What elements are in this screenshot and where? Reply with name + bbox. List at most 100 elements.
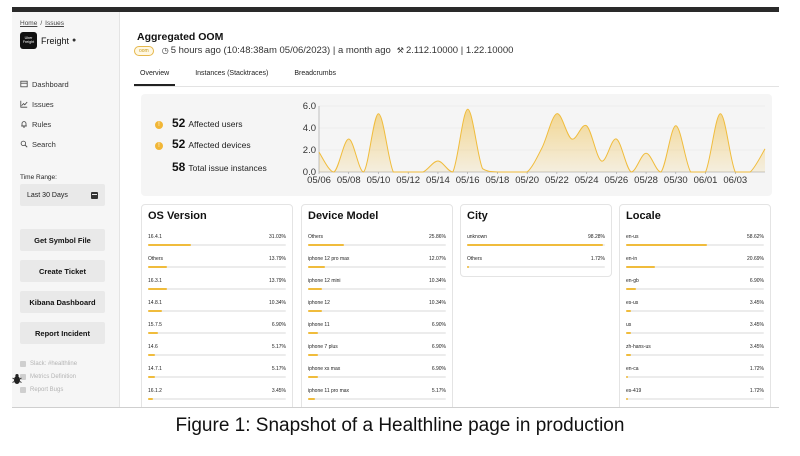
y-tick-label: 2.0: [303, 145, 316, 156]
sidebar-item-rules[interactable]: Rules: [20, 114, 69, 134]
row-percentage: 10.34%: [429, 300, 446, 306]
breakdown-card: City unknown 98.28% Others 1.72%: [460, 204, 612, 277]
breadcrumb-issues[interactable]: Issues: [45, 20, 64, 27]
row-bar-track: [148, 354, 286, 356]
row-bar-fill: [308, 398, 316, 400]
x-tick-label: 05/10: [367, 175, 391, 186]
row-label: iphone 12 pro max: [308, 256, 350, 262]
row-bar-track: [148, 288, 286, 290]
x-tick-label: 06/03: [723, 175, 747, 186]
total-instances-stat: 58 Total issue instances: [155, 160, 267, 174]
row-bar-fill: [148, 266, 168, 268]
app-name: Freight: [41, 35, 70, 46]
issue-meta: oom ◷ 5 hours ago (10:48:38am 05/06/2023…: [134, 45, 513, 56]
breadcrumb-separator: /: [40, 20, 43, 27]
bug-icon[interactable]: [12, 373, 22, 385]
summary-panel: ! 52 Affected users ! 52 Affected device…: [141, 94, 772, 196]
x-tick-label: 05/16: [456, 175, 480, 186]
report-bugs-link[interactable]: Report Bugs: [20, 383, 77, 396]
row-bar-track: [626, 332, 764, 334]
x-tick-label: 05/28: [634, 175, 658, 186]
row-bar-track: [308, 310, 446, 312]
create-ticket-button[interactable]: Create Ticket: [20, 260, 105, 282]
row-percentage: 1.72%: [749, 388, 764, 394]
row-bar-track: [308, 266, 446, 268]
breakdown-row: unknown 98.28%: [467, 232, 605, 254]
sidebar: Home / Issues Uber Freight Freight ● Dashb…: [12, 12, 120, 408]
row-label: 14.7.1: [148, 366, 162, 372]
breakdown-row: iphone 11 pro max 5.17%: [308, 386, 446, 408]
row-label: iphone 12 mini: [308, 278, 341, 284]
main-content: Aggregated OOM oom ◷ 5 hours ago (10:48:…: [120, 12, 779, 408]
row-bar-fill: [148, 354, 156, 356]
row-label: Others: [148, 256, 164, 262]
slack-link[interactable]: Slack: #healthline: [20, 357, 77, 370]
sidebar-item-issues[interactable]: Issues: [20, 94, 69, 114]
row-percentage: 13.79%: [269, 256, 286, 262]
breakdown-card: Device Model Others 25.86% iphone 12 pro ma…: [301, 204, 453, 408]
row-percentage: 5.17%: [271, 366, 286, 372]
row-bar-fill: [467, 244, 603, 246]
row-label: iphone xs max: [308, 366, 341, 372]
row-label: en-ca: [626, 366, 639, 372]
row-bar-fill: [626, 332, 631, 334]
kibana-dashboard-button[interactable]: Kibana Dashboard: [20, 291, 105, 313]
row-bar-track: [626, 354, 764, 356]
breakdown-row: en-in 20.69%: [626, 254, 764, 276]
page-title: Aggregated OOM: [137, 31, 224, 43]
row-label: en-in: [626, 256, 638, 262]
row-bar-fill: [148, 244, 191, 246]
row-bar-track: [148, 332, 286, 334]
tab-breadcrumbs[interactable]: Breadcrumbs: [288, 68, 342, 86]
row-percentage: 1.72%: [749, 366, 764, 372]
row-percentage: 6.90%: [749, 278, 764, 284]
row-percentage: 3.45%: [749, 344, 764, 350]
row-percentage: 13.79%: [269, 278, 286, 284]
calendar-icon: [91, 191, 98, 199]
row-bar-fill: [148, 332, 158, 334]
row-label: es-419: [626, 388, 642, 394]
breakdown-row: iphone 12 mini 10.34%: [308, 276, 446, 298]
row-bar-track: [467, 244, 605, 246]
tab-bar: Overview Instances (Stacktraces) Breadcr…: [134, 68, 356, 87]
breakdown-row: es-us 3.45%: [626, 298, 764, 320]
chart-icon: [20, 100, 28, 108]
row-bar-track: [308, 288, 446, 290]
get-symbol-file-button[interactable]: Get Symbol File: [20, 229, 105, 251]
info-icon: !: [155, 121, 163, 129]
breakdown-row: 16.4.1 31.03%: [148, 232, 286, 254]
breakdown-row: en-ca 1.72%: [626, 364, 764, 386]
breakdown-row: 16.1.2 3.45%: [148, 386, 286, 408]
row-bar-fill: [148, 288, 168, 290]
hammer-icon: ⚒: [396, 46, 404, 55]
x-tick-label: 05/08: [337, 175, 361, 186]
row-percentage: 6.90%: [271, 322, 286, 328]
stat-value: 52: [172, 137, 186, 151]
report-incident-button[interactable]: Report Incident: [20, 322, 105, 344]
row-label: Others: [308, 234, 324, 240]
tab-instances[interactable]: Instances (Stacktraces): [189, 68, 274, 86]
row-percentage: 10.34%: [429, 278, 446, 284]
row-percentage: 10.34%: [269, 300, 286, 306]
stat-value: 58: [172, 160, 186, 174]
breakdown-row: iphone 11 6.90%: [308, 320, 446, 342]
bell-icon: [21, 121, 27, 128]
sidebar-item-search[interactable]: Search: [20, 134, 69, 154]
breakdown-row: 14.7.1 5.17%: [148, 364, 286, 386]
row-percentage: 1.72%: [590, 256, 605, 262]
y-tick-label: 6.0: [303, 101, 316, 112]
sidebar-item-dashboard[interactable]: Dashboard: [20, 74, 69, 94]
row-bar-fill: [308, 332, 318, 334]
tab-overview[interactable]: Overview: [134, 68, 176, 86]
row-bar-track: [308, 244, 446, 246]
metrics-definition-link[interactable]: Metrics Definition: [20, 370, 77, 383]
row-bar-track: [308, 398, 446, 400]
slack-icon: [20, 360, 26, 367]
card-rows: unknown 98.28% Others 1.72%: [467, 232, 605, 276]
row-percentage: 6.90%: [431, 322, 446, 328]
row-label: us: [626, 322, 632, 328]
breadcrumb-home[interactable]: Home: [20, 20, 37, 27]
x-tick-label: 05/22: [545, 175, 569, 186]
time-range-select[interactable]: Last 30 Days: [20, 184, 105, 206]
row-bar-track: [626, 266, 764, 268]
